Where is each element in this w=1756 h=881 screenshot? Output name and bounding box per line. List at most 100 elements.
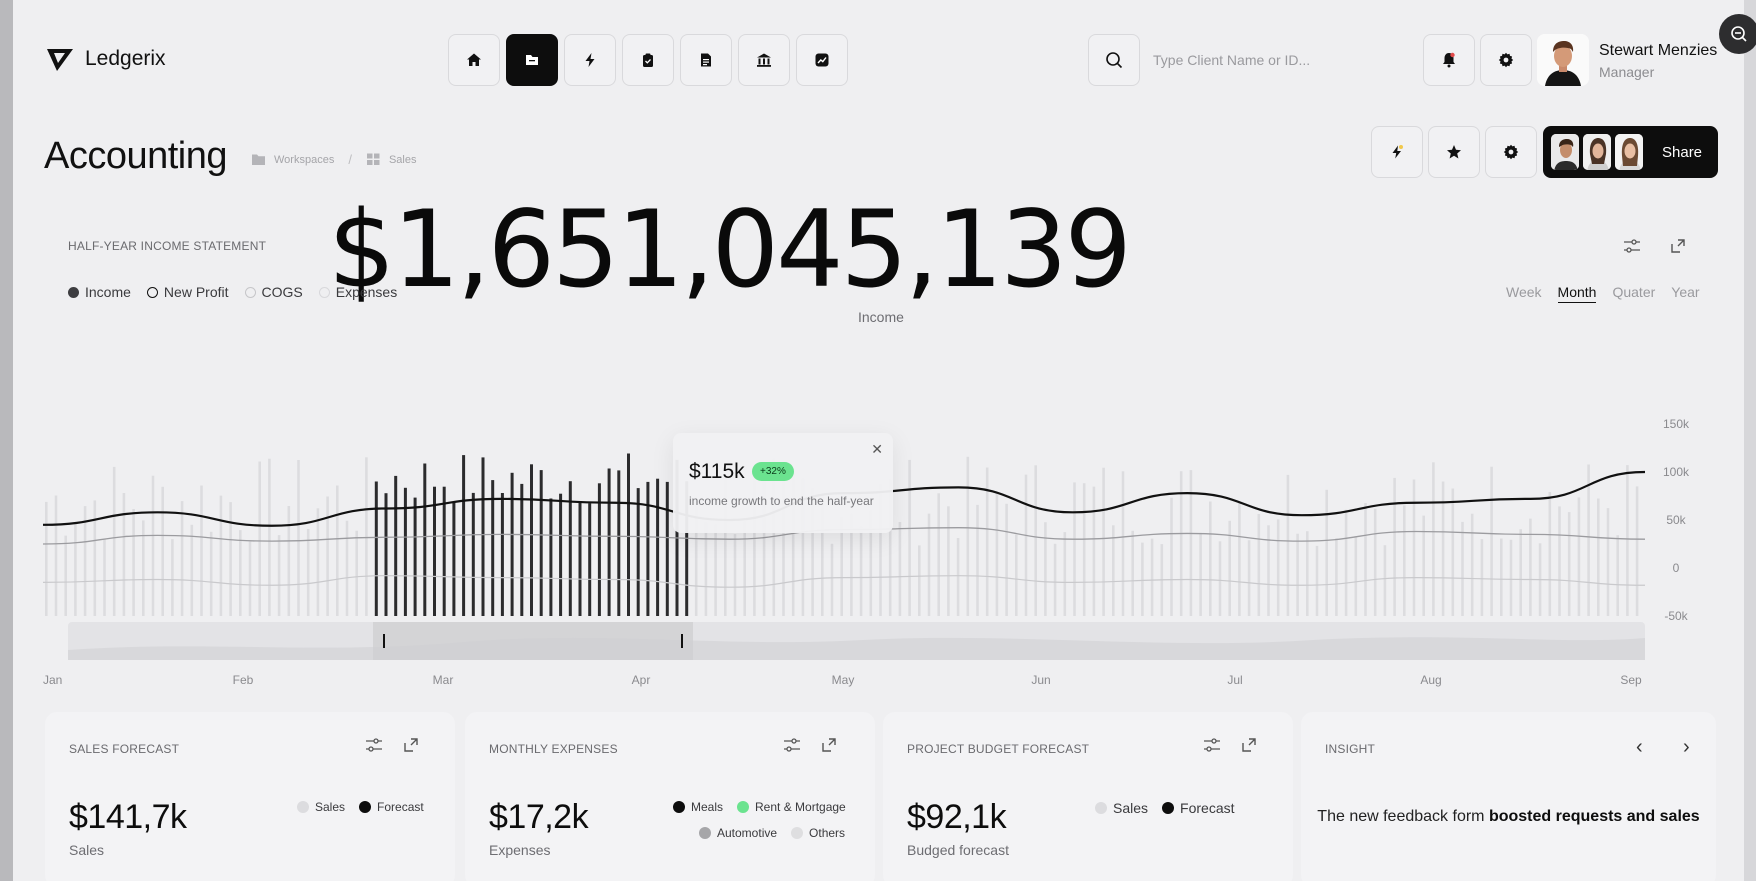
- legend-label: Rent & Mortgage: [755, 800, 846, 814]
- chart-bar: [190, 524, 194, 616]
- chart-bar: [1616, 535, 1619, 616]
- x-tick-label: May: [832, 673, 855, 687]
- chart-bar: [908, 459, 911, 616]
- chart-bar: [1189, 470, 1193, 616]
- chart-bar: [1461, 521, 1464, 616]
- chart-bar: [588, 503, 592, 616]
- insight-text: The new feedback form boosted requests a…: [1301, 807, 1716, 827]
- chart-bar: [1296, 533, 1299, 616]
- expand-icon[interactable]: [1241, 737, 1257, 758]
- y-tick-label: 50k: [1666, 513, 1686, 527]
- card-title: PROJECT BUDGET FORECAST: [907, 742, 1090, 756]
- chart-bar: [268, 458, 271, 616]
- chart-bar: [1121, 471, 1125, 616]
- chart-bar: [1315, 545, 1319, 616]
- project-budget-card: PROJECT BUDGET FORECAST Sales Forecast $…: [883, 712, 1293, 881]
- chevron-right-icon[interactable]: ›: [1683, 736, 1690, 759]
- chart-bar: [559, 493, 563, 616]
- chart-bar: [326, 496, 329, 616]
- chart-bar: [859, 526, 863, 616]
- expand-icon[interactable]: [821, 737, 837, 758]
- chart-bar: [287, 506, 291, 616]
- chart-bar: [1141, 542, 1144, 616]
- chart-bar: [743, 521, 746, 616]
- sliders-icon[interactable]: [1203, 737, 1221, 758]
- chart-bar: [1451, 488, 1455, 616]
- chart-bar: [229, 502, 232, 616]
- chart-bar: [1470, 513, 1474, 616]
- chart-bar: [491, 480, 495, 616]
- card-value: $92,1k: [907, 798, 1007, 836]
- chart-bar: [1044, 522, 1047, 616]
- legend-label: Meals: [691, 800, 724, 814]
- x-tick-label: Jun: [1031, 673, 1050, 687]
- chart-bar: [500, 493, 504, 616]
- sliders-icon[interactable]: [783, 737, 801, 758]
- y-tick-label: 100k: [1663, 465, 1690, 479]
- chart-bar: [1306, 531, 1309, 616]
- chart-bar: [1393, 477, 1396, 616]
- chart-bar: [830, 543, 834, 616]
- card-legend: Sales Forecast: [297, 800, 424, 814]
- chevron-left-icon[interactable]: ‹: [1636, 736, 1643, 759]
- chart-bar: [918, 545, 921, 616]
- legend-label: Others: [809, 826, 846, 840]
- x-tick-label: Aug: [1420, 673, 1441, 687]
- chart-bar: [112, 466, 116, 616]
- chart-bar: [239, 530, 242, 616]
- card-tools: [1203, 737, 1257, 758]
- chart-bar: [1354, 536, 1358, 616]
- expand-icon[interactable]: [403, 737, 419, 758]
- chart-bar: [171, 539, 174, 616]
- window-frame-right: [1744, 0, 1756, 881]
- zoom-out-icon[interactable]: [1719, 14, 1756, 54]
- chart-bar: [1373, 508, 1377, 616]
- chart-bar: [1480, 539, 1484, 616]
- window-frame-left: [0, 0, 13, 881]
- growth-badge: +32%: [752, 462, 794, 481]
- chart-bar: [1286, 474, 1290, 616]
- chart-bar: [956, 538, 960, 616]
- chart-bar: [966, 456, 970, 616]
- x-tick-label: Jul: [1227, 673, 1242, 687]
- chart-bar: [161, 486, 164, 616]
- chart-bar: [1276, 519, 1280, 616]
- chart-bar: [1558, 506, 1561, 616]
- chart-bar: [1529, 518, 1532, 616]
- chart-bar: [277, 535, 281, 616]
- card-legend: Meals Rent & Mortgage: [673, 800, 846, 814]
- y-tick-label: -50k: [1664, 609, 1688, 623]
- navigator-handle-right: [681, 634, 683, 648]
- close-icon[interactable]: ✕: [871, 441, 883, 458]
- chart-bar: [423, 463, 427, 616]
- chart-bar: [578, 501, 582, 616]
- insight-plain: The new feedback form: [1317, 808, 1485, 825]
- chart-bar: [442, 486, 446, 616]
- sliders-icon[interactable]: [365, 737, 383, 758]
- chart-bar: [1082, 483, 1086, 616]
- chart-bar: [374, 481, 378, 616]
- chart-bar: [1403, 505, 1406, 616]
- chart-bar: [1635, 486, 1639, 616]
- legend-dot: [791, 827, 804, 839]
- chart-bar: [142, 520, 145, 616]
- chart-bar: [656, 478, 660, 616]
- income-chart[interactable]: 150k 100k 50k 0 -50k Jan Feb Mar Apr May Jun Jul Aug…: [13, 0, 1744, 700]
- chart-bar: [45, 501, 48, 616]
- chart-bar: [539, 470, 543, 616]
- chart-bar: [471, 492, 475, 616]
- legend-label: Forecast: [1180, 800, 1235, 816]
- chart-bar: [1267, 525, 1270, 616]
- card-subtitle: Expenses: [489, 842, 551, 858]
- chart-bar: [1005, 503, 1008, 616]
- card-tools: [365, 737, 419, 758]
- chart-bar: [1209, 501, 1212, 616]
- chart-bar: [1626, 465, 1629, 616]
- chart-bar: [1412, 479, 1416, 616]
- chart-bar: [1432, 462, 1435, 616]
- chart-bar: [627, 453, 630, 616]
- legend-label: Automotive: [717, 826, 778, 840]
- app-root: Ledgerix Type Client Name or ID... Stewa…: [13, 0, 1756, 881]
- chart-bar: [510, 472, 514, 616]
- monthly-expenses-card: MONTHLY EXPENSES Meals Rent & Mortgage A…: [465, 712, 875, 881]
